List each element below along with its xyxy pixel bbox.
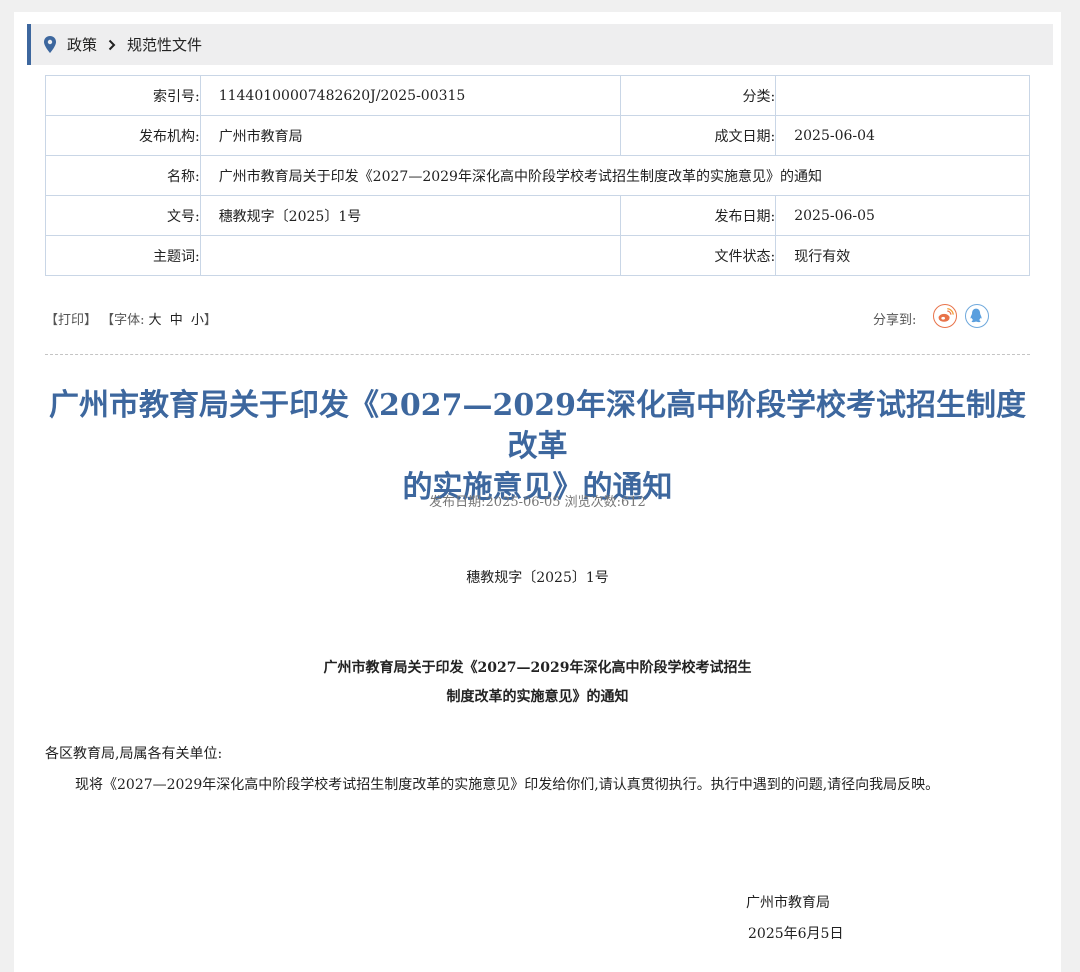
- subtitle-line: 广州市教育局关于印发《2027—2029年深化高中阶段学校考试招生: [323, 660, 752, 676]
- table-row: 文号: 穗教规字〔2025〕1号 发布日期: 2025-06-05: [45, 195, 1030, 236]
- subtitle-line: 制度改革的实施意见》的通知: [446, 689, 629, 705]
- table-row: 索引号: 11440100007482620J/2025-00315 分类:: [45, 75, 1030, 116]
- weibo-share-button[interactable]: [933, 304, 957, 328]
- publish-info: 发布日期:2025-06-05 浏览次数:612: [429, 495, 646, 510]
- qq-share-button[interactable]: [965, 304, 989, 328]
- article-tools: 【打印】 【字体: 大 中 小】: [45, 309, 217, 328]
- written-date-label: 成文日期:: [620, 115, 777, 156]
- table-row: 主题词: 文件状态: 现行有效: [45, 235, 1030, 276]
- category-label: 分类:: [620, 75, 777, 116]
- font-size-suffix: 】: [203, 313, 217, 328]
- breadcrumb: 政策 规范性文件: [27, 24, 1053, 65]
- table-row: 名称: 广州市教育局关于印发《2027—2029年深化高中阶段学校考试招生制度改…: [45, 155, 1031, 196]
- print-link[interactable]: 【打印】: [45, 313, 97, 328]
- keywords-value: [199, 235, 622, 276]
- document-number: 穗教规字〔2025〕1号: [466, 570, 609, 586]
- font-size-prefix: 【字体:: [101, 313, 145, 328]
- location-pin-icon: [44, 35, 56, 53]
- keywords-label: 主题词:: [45, 235, 201, 276]
- breadcrumb-normative-docs-link[interactable]: 规范性文件: [127, 34, 202, 55]
- written-date-value: 2025-06-04: [775, 115, 1030, 156]
- doc-number-label: 文号:: [45, 195, 201, 236]
- chevron-right-icon: [108, 39, 116, 50]
- page: 政策 规范性文件 索引号: 11440100007482620J/2025-00…: [14, 12, 1061, 972]
- font-size-large-link[interactable]: 大: [149, 313, 162, 328]
- publish-date-value: 2025-06-05: [775, 195, 1030, 236]
- font-size-small-link[interactable]: 小: [191, 313, 204, 328]
- signature-date: 2025年6月5日: [748, 926, 844, 942]
- table-row: 发布机构: 广州市教育局 成文日期: 2025-06-04: [45, 115, 1030, 156]
- weibo-icon: [938, 308, 954, 322]
- publishing-org-label: 发布机构:: [45, 115, 201, 156]
- qq-icon: [970, 308, 982, 323]
- article-title-line: 广州市教育局关于印发《2027—2029年深化高中阶段学校考试招生制度改革: [49, 388, 1026, 464]
- signature-org: 广州市教育局: [746, 895, 830, 911]
- article-title: 广州市教育局关于印发《2027—2029年深化高中阶段学校考试招生制度改革 的实…: [45, 385, 1030, 508]
- doc-status-label: 文件状态:: [620, 235, 777, 276]
- salutation: 各区教育局,局属各有关单位:: [45, 746, 223, 762]
- document-subtitle: 广州市教育局关于印发《2027—2029年深化高中阶段学校考试招生 制度改革的实…: [45, 654, 1030, 712]
- body-paragraph: 现将《2027—2029年深化高中阶段学校考试招生制度改革的实施意见》印发给你们…: [75, 777, 940, 793]
- index-number-label: 索引号:: [45, 75, 201, 116]
- doc-name-value: 广州市教育局关于印发《2027—2029年深化高中阶段学校考试招生制度改革的实施…: [199, 155, 1031, 196]
- doc-name-label: 名称:: [45, 155, 201, 196]
- category-value: [775, 75, 1030, 116]
- doc-number-value: 穗教规字〔2025〕1号: [199, 195, 622, 236]
- index-number-value: 11440100007482620J/2025-00315: [199, 75, 622, 116]
- publish-date-label: 发布日期:: [620, 195, 777, 236]
- share-label: 分享到:: [873, 313, 917, 328]
- font-size-medium-link[interactable]: 中: [170, 313, 183, 328]
- document-metadata-table: 索引号: 11440100007482620J/2025-00315 分类: 发…: [45, 75, 1031, 276]
- breadcrumb-policy-link[interactable]: 政策: [67, 34, 97, 55]
- publishing-org-value: 广州市教育局: [199, 115, 622, 156]
- divider: [45, 354, 1030, 355]
- doc-status-value: 现行有效: [775, 235, 1030, 276]
